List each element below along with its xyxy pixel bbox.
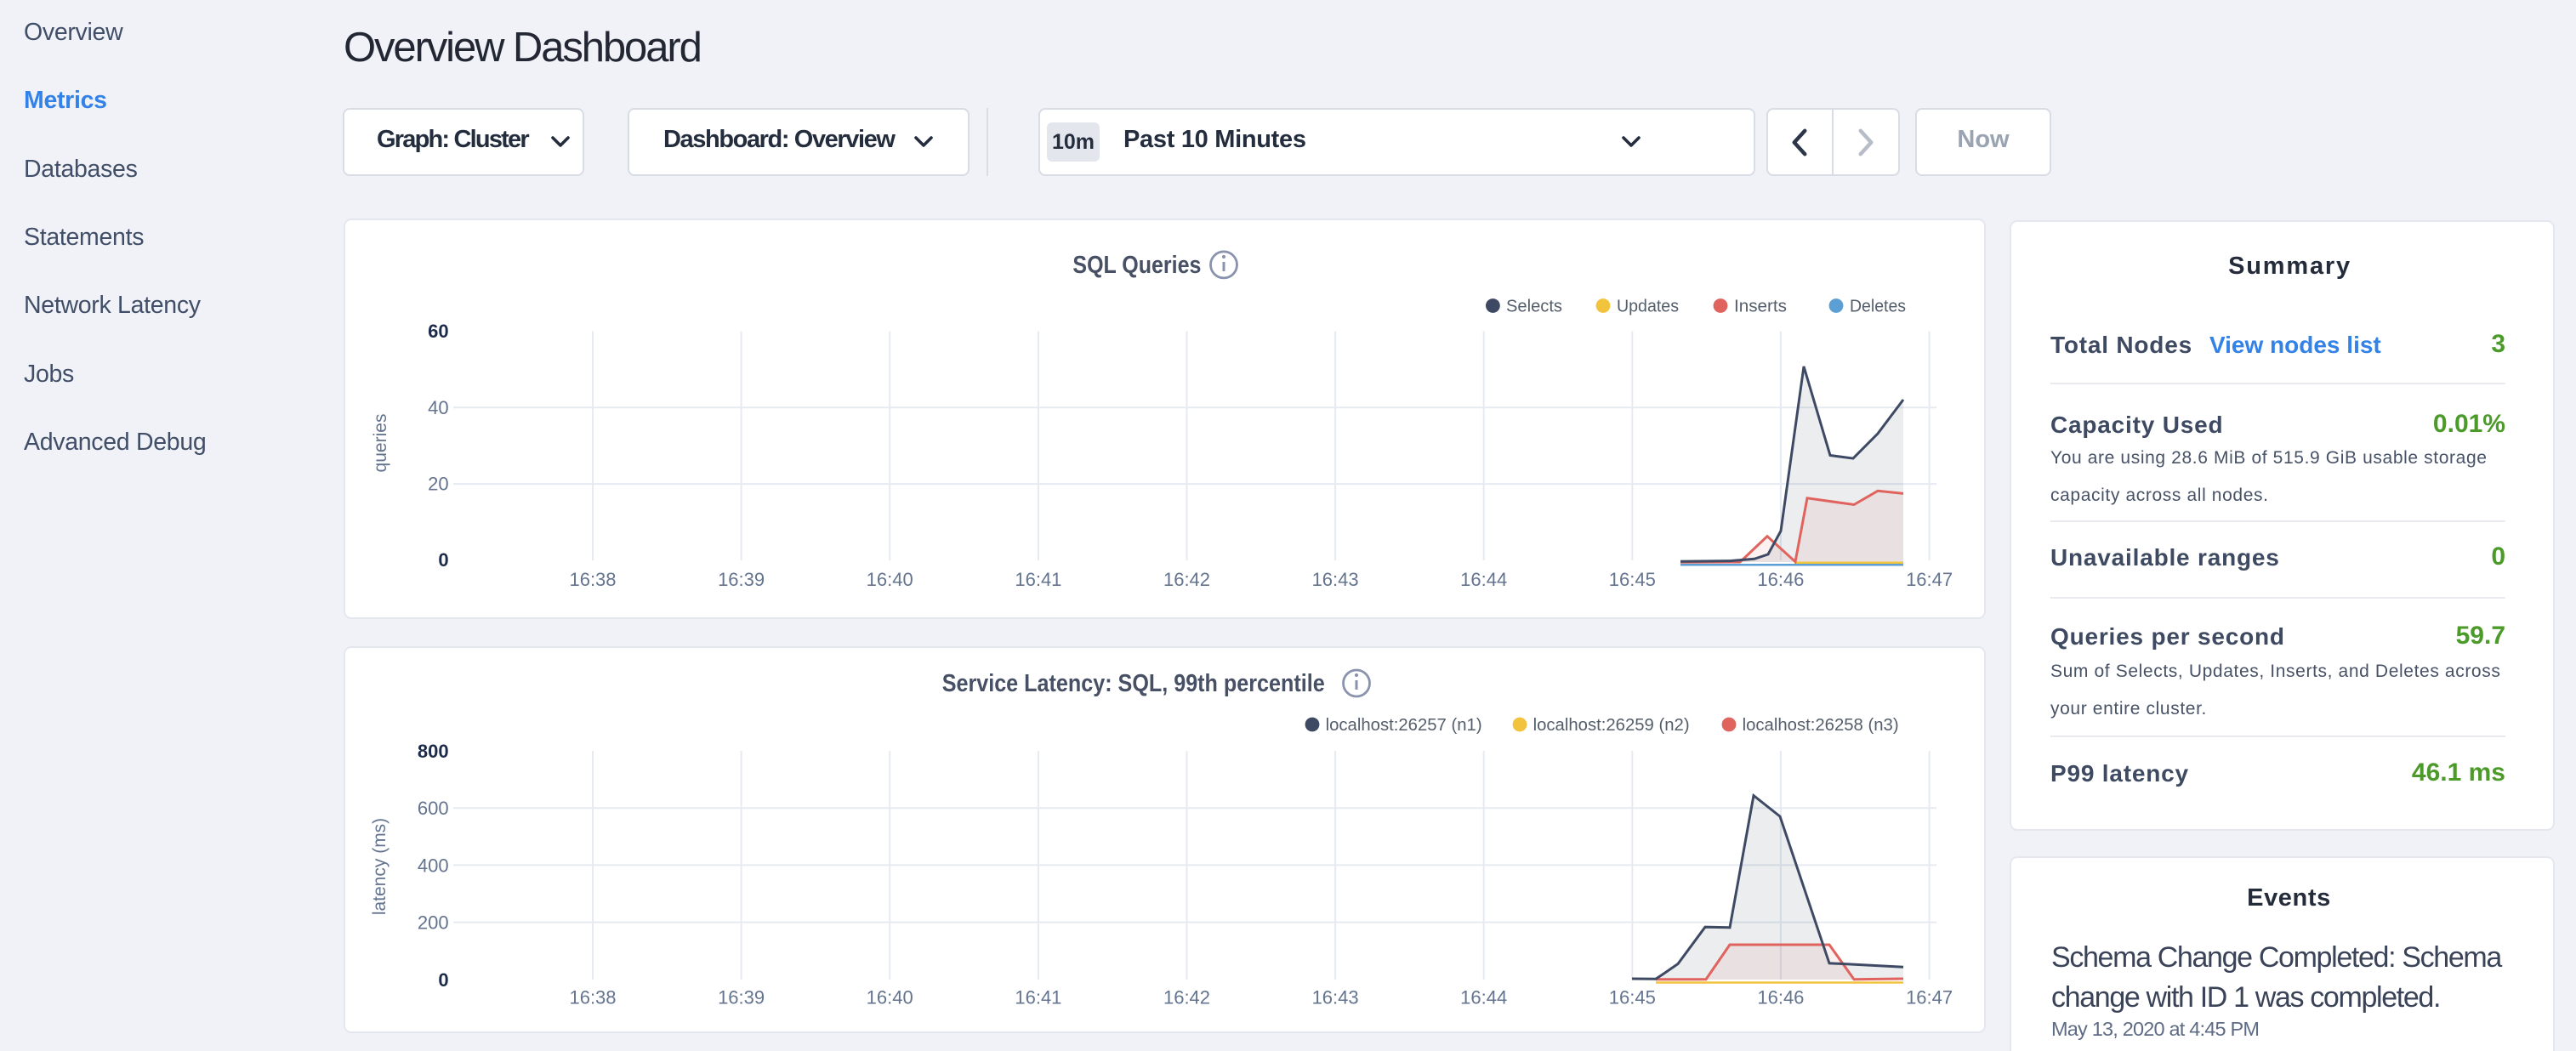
svg-text:Selects: Selects [1506, 298, 1562, 316]
svg-text:16:44: 16:44 [1460, 986, 1507, 1008]
svg-text:16:46: 16:46 [1757, 986, 1804, 1008]
svg-text:16:40: 16:40 [867, 986, 913, 1008]
svg-text:16:41: 16:41 [1015, 569, 1061, 590]
svg-text:localhost:26257 (n1): localhost:26257 (n1) [1326, 716, 1482, 735]
svg-text:60: 60 [428, 321, 448, 342]
svg-text:16:42: 16:42 [1163, 986, 1210, 1008]
svg-text:Updates: Updates [1617, 298, 1679, 316]
svg-text:Deletes: Deletes [1850, 298, 1906, 316]
svg-text:600: 600 [418, 798, 449, 819]
svg-text:SQL Queries: SQL Queries [1072, 252, 1201, 279]
svg-text:16:38: 16:38 [569, 986, 616, 1008]
svg-text:16:46: 16:46 [1757, 569, 1804, 590]
svg-text:16:44: 16:44 [1460, 569, 1507, 590]
svg-text:localhost:26259 (n2): localhost:26259 (n2) [1533, 716, 1690, 735]
svg-text:16:45: 16:45 [1609, 986, 1656, 1008]
svg-text:0: 0 [438, 549, 448, 571]
svg-text:16:43: 16:43 [1312, 986, 1359, 1008]
svg-text:400: 400 [418, 855, 449, 876]
svg-text:localhost:26258 (n3): localhost:26258 (n3) [1743, 716, 1899, 735]
svg-text:Service Latency: SQL, 99th per: Service Latency: SQL, 99th percentile [942, 670, 1325, 697]
svg-text:queries: queries [371, 414, 390, 473]
svg-text:16:39: 16:39 [718, 986, 765, 1008]
svg-text:40: 40 [428, 397, 448, 418]
svg-text:200: 200 [418, 912, 449, 934]
svg-text:16:47: 16:47 [1906, 986, 1953, 1008]
svg-text:16:40: 16:40 [867, 569, 913, 590]
svg-text:16:39: 16:39 [718, 569, 765, 590]
svg-text:16:47: 16:47 [1906, 569, 1953, 590]
svg-text:800: 800 [418, 741, 449, 762]
svg-text:20: 20 [428, 473, 448, 494]
svg-text:16:43: 16:43 [1312, 569, 1359, 590]
svg-text:16:41: 16:41 [1015, 986, 1061, 1008]
svg-text:16:42: 16:42 [1163, 569, 1210, 590]
svg-text:latency (ms): latency (ms) [370, 818, 390, 915]
svg-text:0: 0 [438, 969, 448, 991]
svg-text:Inserts: Inserts [1734, 298, 1787, 316]
svg-text:16:45: 16:45 [1609, 569, 1656, 590]
svg-text:16:38: 16:38 [569, 569, 616, 590]
